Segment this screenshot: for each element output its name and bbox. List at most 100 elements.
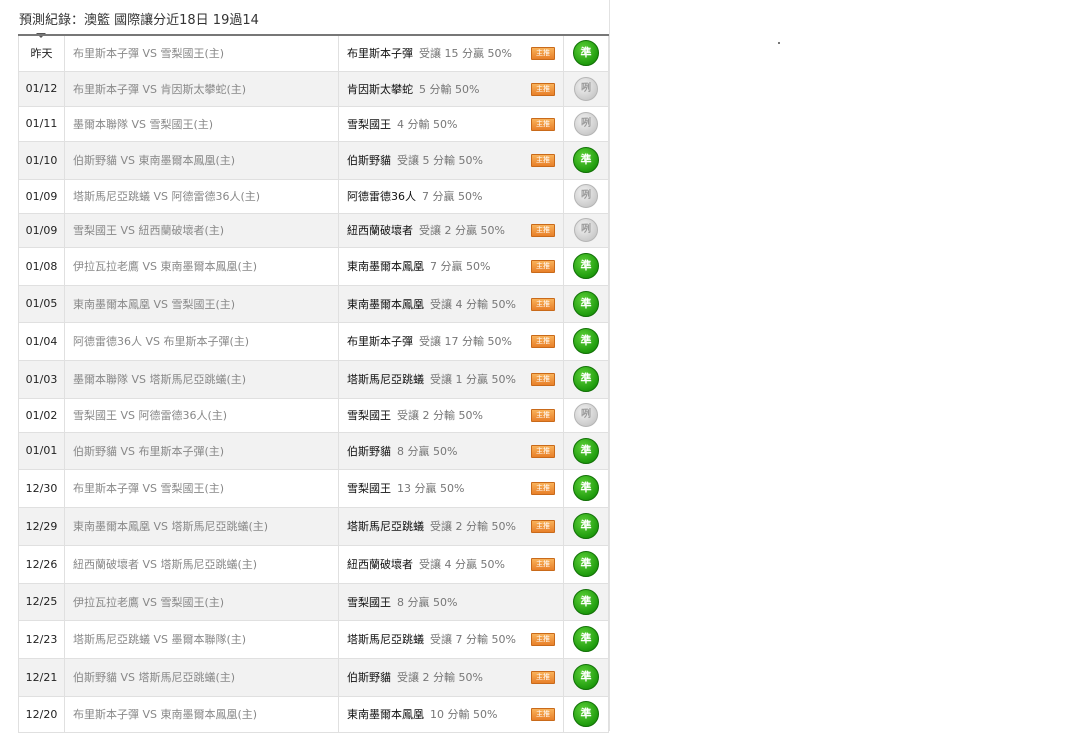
row-match[interactable]: 阿德雷德36人 VS 布里斯本子彈(主) — [64, 321, 339, 361]
page-title: 預測紀錄：澳籃 國際讓分近18日 19過14 — [19, 13, 259, 28]
panel-header: 預測紀錄：澳籃 國際讓分近18日 19過14 — [19, 9, 259, 38]
row-prediction: 布里斯本子彈 受讓 17 分輸 50% 主推 — [338, 321, 564, 361]
row-result: 咧 — [563, 178, 609, 214]
predicted-team: 紐西蘭破壞者 — [347, 224, 413, 237]
result-draw-icon: 咧 — [574, 184, 598, 208]
row-match[interactable]: 東南墨爾本鳳凰 VS 雪梨國王(主) — [64, 284, 339, 323]
row-result: 準 — [563, 506, 609, 546]
main-pick-tag-icon: 主推 — [531, 335, 555, 348]
main-pick-tag-icon: 主推 — [531, 154, 555, 167]
table-row: 01/09 塔斯馬尼亞跳蟻 VS 阿德雷德36人(主) 阿德雷德36人 7 分贏 50… — [18, 178, 609, 214]
table-row: 01/10 伯斯野貓 VS 東南墨爾本鳳凰(主) 伯斯野貓 受讓 5 分輸 50% 主推… — [18, 140, 609, 180]
row-prediction: 伯斯野貓 受讓 2 分輸 50% 主推 — [338, 657, 564, 697]
row-prediction: 雪梨國王 受讓 2 分輸 50% 主推 — [338, 397, 564, 433]
row-match[interactable]: 塔斯馬尼亞跳蟻 VS 阿德雷德36人(主) — [64, 178, 339, 214]
table-row: 01/02 雪梨國王 VS 阿德雷德36人(主) 雪梨國王 受讓 2 分輸 50% 主推… — [18, 397, 609, 433]
main-pick-tag-icon: 主推 — [531, 444, 555, 458]
row-match[interactable]: 布里斯本子彈 VS 雪梨國王(主) — [64, 34, 339, 72]
row-result: 準 — [563, 321, 609, 361]
row-prediction: 東南墨爾本鳳凰 7 分贏 50% 主推 — [338, 246, 564, 286]
row-date: 12/20 — [18, 695, 65, 733]
result-draw-icon: 咧 — [574, 403, 598, 427]
result-win-icon: 準 — [573, 328, 599, 354]
prediction-detail: 10 分輸 50% — [430, 708, 498, 721]
row-match[interactable]: 紐西蘭破壞者 VS 塔斯馬尼亞跳蟻(主) — [64, 544, 339, 584]
row-match[interactable]: 布里斯本子彈 VS 雪梨國王(主) — [64, 468, 339, 508]
row-date: 01/12 — [18, 70, 65, 107]
prediction-detail: 受讓 2 分輸 50% — [430, 520, 516, 533]
row-date: 01/08 — [18, 246, 65, 286]
prediction-detail: 受讓 17 分輸 50% — [419, 335, 512, 348]
table-row: 昨天 布里斯本子彈 VS 雪梨國王(主) 布里斯本子彈 受讓 15 分贏 50% 主推 準 — [18, 34, 609, 72]
table-row: 01/04 阿德雷德36人 VS 布里斯本子彈(主) 布里斯本子彈 受讓 17 分輸 … — [18, 321, 609, 361]
row-prediction: 塔斯馬尼亞跳蟻 受讓 7 分輸 50% 主推 — [338, 619, 564, 659]
main-pick-tag-icon: 主推 — [531, 520, 555, 533]
row-match[interactable]: 布里斯本子彈 VS 東南墨爾本鳳凰(主) — [64, 695, 339, 733]
table-row: 01/12 布里斯本子彈 VS 肯因斯太攀蛇(主) 肯因斯太攀蛇 5 分輸 50% 主推… — [18, 70, 609, 107]
row-match[interactable]: 雪梨國王 VS 阿德雷德36人(主) — [64, 397, 339, 433]
row-prediction: 紐西蘭破壞者 受讓 2 分贏 50% 主推 — [338, 212, 564, 248]
row-match[interactable]: 伯斯野貓 VS 布里斯本子彈(主) — [64, 431, 339, 470]
row-prediction: 塔斯馬尼亞跳蟻 受讓 2 分輸 50% 主推 — [338, 506, 564, 546]
prediction-detail: 8 分贏 50% — [397, 444, 458, 458]
row-date: 12/29 — [18, 506, 65, 546]
row-result: 咧 — [563, 212, 609, 248]
prediction-detail: 7 分贏 50% — [430, 260, 491, 273]
row-match[interactable]: 伊拉瓦拉老鷹 VS 雪梨國王(主) — [64, 582, 339, 621]
main-pick-tag-icon: 主推 — [531, 409, 555, 422]
table-row: 01/11 墨爾本聯隊 VS 雪梨國王(主) 雪梨國王 4 分輸 50% 主推 咧 — [18, 105, 609, 142]
row-date: 01/11 — [18, 105, 65, 142]
predicted-team: 伯斯野貓 — [347, 444, 391, 458]
main-pick-tag-icon: 主推 — [531, 47, 555, 61]
result-win-icon: 準 — [573, 253, 599, 279]
row-result: 準 — [563, 619, 609, 659]
predicted-team: 塔斯馬尼亞跳蟻 — [347, 633, 424, 646]
main-pick-tag-icon: 主推 — [531, 82, 555, 96]
row-result: 準 — [563, 582, 609, 621]
result-win-icon: 準 — [573, 551, 599, 577]
prediction-detail: 受讓 4 分贏 50% — [419, 558, 505, 571]
row-prediction: 雪梨國王 8 分贏 50% — [338, 582, 564, 621]
row-match[interactable]: 伯斯野貓 VS 東南墨爾本鳳凰(主) — [64, 140, 339, 180]
row-match[interactable]: 布里斯本子彈 VS 肯因斯太攀蛇(主) — [64, 70, 339, 107]
result-win-icon: 準 — [573, 701, 599, 727]
row-prediction: 伯斯野貓 受讓 5 分輸 50% 主推 — [338, 140, 564, 180]
prediction-detail: 8 分贏 50% — [397, 595, 458, 609]
row-result: 準 — [563, 468, 609, 508]
row-match[interactable]: 伊拉瓦拉老鷹 VS 東南墨爾本鳳凰(主) — [64, 246, 339, 286]
row-match[interactable]: 墨爾本聯隊 VS 雪梨國王(主) — [64, 105, 339, 142]
row-prediction: 阿德雷德36人 7 分贏 50% — [338, 178, 564, 214]
row-date: 01/10 — [18, 140, 65, 180]
result-win-icon: 準 — [573, 366, 599, 392]
row-result: 準 — [563, 695, 609, 733]
table-row: 12/29 東南墨爾本鳳凰 VS 塔斯馬尼亞跳蟻(主) 塔斯馬尼亞跳蟻 受讓 2 分輸… — [18, 506, 609, 546]
row-prediction: 紐西蘭破壞者 受讓 4 分贏 50% 主推 — [338, 544, 564, 584]
predicted-team: 紐西蘭破壞者 — [347, 558, 413, 571]
row-match[interactable]: 伯斯野貓 VS 塔斯馬尼亞跳蟻(主) — [64, 657, 339, 697]
predicted-team: 東南墨爾本鳳凰 — [347, 297, 424, 311]
row-date: 01/02 — [18, 397, 65, 433]
row-match[interactable]: 東南墨爾本鳳凰 VS 塔斯馬尼亞跳蟻(主) — [64, 506, 339, 546]
main-pick-tag-icon: 主推 — [531, 482, 555, 495]
prediction-detail: 受讓 4 分輸 50% — [430, 297, 516, 311]
row-match[interactable]: 塔斯馬尼亞跳蟻 VS 墨爾本聯隊(主) — [64, 619, 339, 659]
row-result: 準 — [563, 34, 609, 72]
prediction-detail: 受讓 2 分輸 50% — [397, 671, 483, 684]
row-date: 01/05 — [18, 284, 65, 323]
table-row: 12/25 伊拉瓦拉老鷹 VS 雪梨國王(主) 雪梨國王 8 分贏 50% 準 — [18, 582, 609, 621]
row-date: 01/09 — [18, 178, 65, 214]
row-result: 準 — [563, 246, 609, 286]
table-row: 12/26 紐西蘭破壞者 VS 塔斯馬尼亞跳蟻(主) 紐西蘭破壞者 受讓 4 分贏 5… — [18, 544, 609, 584]
prediction-detail: 13 分贏 50% — [397, 482, 465, 495]
row-prediction: 東南墨爾本鳳凰 10 分輸 50% 主推 — [338, 695, 564, 733]
predicted-team: 伯斯野貓 — [347, 671, 391, 684]
row-match[interactable]: 雪梨國王 VS 紐西蘭破壞者(主) — [64, 212, 339, 248]
predicted-team: 雪梨國王 — [347, 482, 391, 495]
predicted-team: 阿德雷德36人 — [347, 190, 416, 203]
records-table: 昨天 布里斯本子彈 VS 雪梨國王(主) 布里斯本子彈 受讓 15 分贏 50% 主推準… — [18, 34, 609, 733]
row-result: 咧 — [563, 105, 609, 142]
result-win-icon: 準 — [573, 513, 599, 539]
predicted-team: 肯因斯太攀蛇 — [347, 82, 413, 96]
row-result: 準 — [563, 359, 609, 399]
row-match[interactable]: 墨爾本聯隊 VS 塔斯馬尼亞跳蟻(主) — [64, 359, 339, 399]
